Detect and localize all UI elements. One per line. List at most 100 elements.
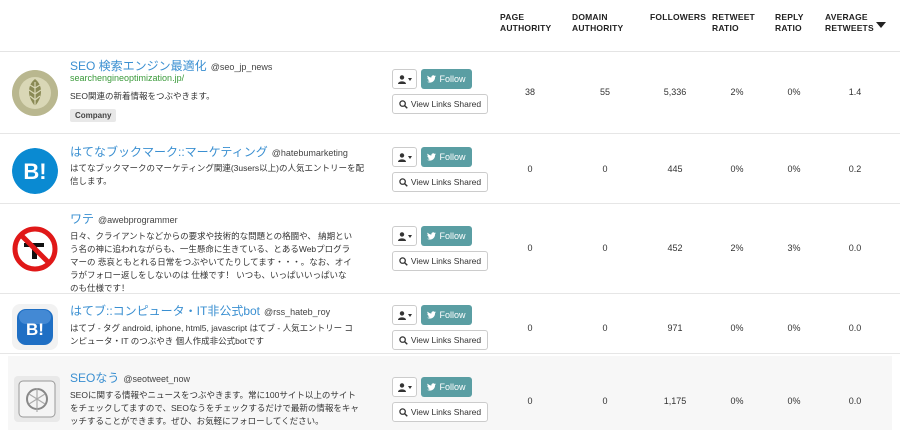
follow-button[interactable]: Follow [421,147,472,167]
reply-ratio-value: 0% [787,164,801,174]
followers-value: 452 [667,243,683,253]
follow-button[interactable]: Follow [421,377,472,397]
account-description: はてなブックマークのマーケティング関連(3users以上)の人気エントリーを配信… [70,163,364,186]
page-authority-value: 0 [527,396,533,406]
table-row: SEOなう @seotweet_now SEOに関する情報やニュースをつぶやきます… [8,356,892,430]
account-handle: @awebprogrammer [98,215,178,225]
average-retweets-value: 0.0 [848,396,862,406]
reply-ratio-value: 0% [787,323,801,333]
col-average-retweets[interactable]: AVERAGE RETWEETS [825,12,874,34]
domain-authority-value: 0 [602,323,608,333]
user-menu-button[interactable] [392,226,417,246]
average-retweets-value: 0.0 [848,243,862,253]
twitter-icon [427,153,437,161]
page-authority-value: 0 [527,164,533,174]
followers-value: 1,175 [663,396,687,406]
chevron-down-icon [407,313,412,317]
user-icon [397,231,406,241]
table-row: B! はてブ::コンピュータ・IT非公式bot @rss_hateb_roy はて… [0,294,900,354]
table-row: SEO 検索エンジン最適化 @seo_jp_news searchengineop… [0,52,900,134]
search-icon [399,407,408,417]
domain-authority-value: 0 [602,164,608,174]
svg-text:B!: B! [26,320,44,339]
account-handle: @hatebumarketing [271,148,348,158]
reply-ratio-value: 0% [787,87,801,97]
twitter-icon [427,232,437,240]
search-icon [399,256,408,266]
page-authority-value: 0 [527,323,533,333]
avatar[interactable] [14,376,60,422]
retweet-ratio-value: 2% [730,87,744,97]
reply-ratio-value: 0% [787,396,801,406]
user-menu-button[interactable] [392,69,417,89]
followers-value: 971 [667,323,683,333]
search-icon [399,177,408,187]
retweet-ratio-value: 2% [730,243,744,253]
table-row: ワテ @awebprogrammer 日々、クライアントなどからの要求や技術的な問… [0,204,900,294]
col-page-authority[interactable]: PAGE AUTHORITY [500,12,551,34]
reply-ratio-value: 3% [787,243,801,253]
user-menu-button[interactable] [392,147,417,167]
follow-button[interactable]: Follow [421,69,472,89]
account-handle: @seo_jp_news [210,62,273,72]
domain-authority-value: 0 [602,243,608,253]
avatar[interactable]: B! [12,148,58,194]
account-name[interactable]: はてブ::コンピュータ・IT非公式bot @rss_hateb_roy [70,302,330,319]
table-row: B! はてなブックマーク::マーケティング @hatebumarketing はて… [0,134,900,204]
retweet-ratio-value: 0% [730,396,744,406]
account-name[interactable]: SEOなう @seotweet_now [70,369,190,386]
retweet-ratio-value: 0% [730,323,744,333]
user-icon [397,382,406,392]
followers-value: 445 [667,164,683,174]
user-icon [397,310,406,320]
twitter-icon [427,383,437,391]
account-description: はてブ - タグ android, iphone, html5, javascr… [70,323,353,346]
chevron-down-icon [407,155,412,159]
average-retweets-value: 0.2 [848,164,862,174]
account-handle: @seotweet_now [123,374,191,384]
avatar[interactable] [12,226,58,272]
col-retweet-ratio[interactable]: RETWEET RATIO [712,12,755,34]
search-icon [399,335,408,345]
caret-down-icon[interactable] [876,22,886,28]
col-followers[interactable]: FOLLOWERS [650,12,706,23]
account-description: 日々、クライアントなどからの要求や技術的な問題との格闘や、 納期という名の神に追… [70,231,353,293]
user-menu-button[interactable] [392,305,417,325]
avatar[interactable]: B! [12,304,58,350]
twitter-icon [427,311,437,319]
account-name[interactable]: はてなブックマーク::マーケティング @hatebumarketing [70,143,348,160]
view-links-shared-button[interactable]: View Links Shared [392,172,488,192]
domain-authority-value: 55 [599,87,610,97]
table-header: PAGE AUTHORITY DOMAIN AUTHORITY FOLLOWERS … [0,0,900,52]
chevron-down-icon [407,77,412,81]
search-icon [399,99,408,109]
follow-button[interactable]: Follow [421,305,472,325]
user-menu-button[interactable] [392,377,417,397]
account-name[interactable]: SEO 検索エンジン最適化 @seo_jp_news [70,57,272,74]
average-retweets-value: 0.0 [848,323,862,333]
col-domain-authority[interactable]: DOMAIN AUTHORITY [572,12,623,34]
account-description: SEO関連の新着情報をつぶやきます。 [70,91,215,101]
view-links-shared-button[interactable]: View Links Shared [392,330,488,350]
user-icon [397,74,406,84]
retweet-ratio-value: 0% [730,164,744,174]
page-authority-value: 38 [524,87,535,97]
follow-button[interactable]: Follow [421,226,472,246]
user-icon [397,152,406,162]
account-website[interactable]: searchengineoptimization.jp/ [70,73,184,83]
category-tag: Company [70,109,117,122]
view-links-shared-button[interactable]: View Links Shared [392,94,488,114]
account-description: SEOに関する情報やニュースをつぶやきます。常に100サイト以上のサイトをチェッ… [70,390,359,426]
average-retweets-value: 1.4 [848,87,862,97]
chevron-down-icon [407,234,412,238]
view-links-shared-button[interactable]: View Links Shared [392,402,488,422]
col-reply-ratio[interactable]: REPLY RATIO [775,12,804,34]
view-links-shared-button[interactable]: View Links Shared [392,251,488,271]
page-authority-value: 0 [527,243,533,253]
followers-value: 5,336 [663,87,687,97]
svg-text:B!: B! [23,159,46,184]
account-name[interactable]: ワテ @awebprogrammer [70,210,178,227]
chevron-down-icon [407,385,412,389]
twitter-icon [427,75,437,83]
avatar[interactable] [12,70,58,116]
